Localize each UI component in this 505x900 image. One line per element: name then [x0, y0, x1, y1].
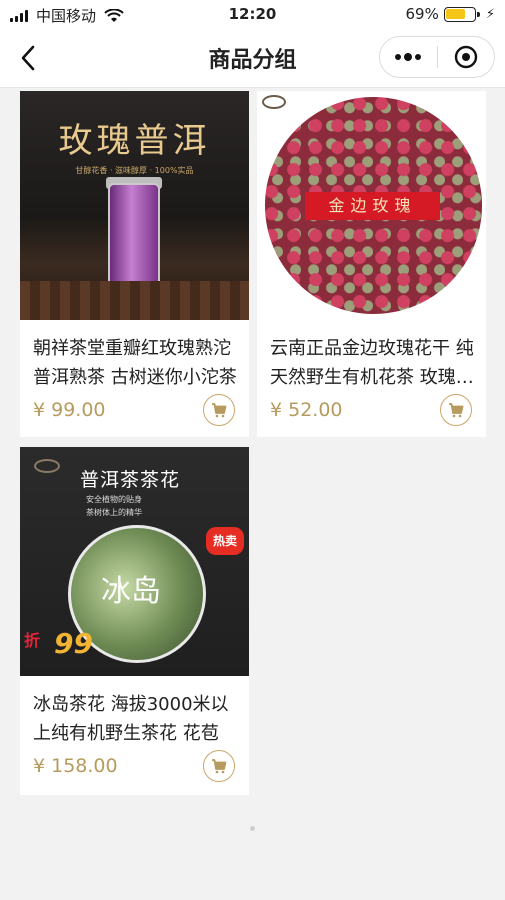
battery-icon: [443, 6, 480, 22]
product-image[interactable]: 金边玫瑰: [257, 91, 486, 320]
cart-icon: [212, 402, 227, 417]
product-card[interactable]: 普洱茶茶花 安全植物的贴身 茶树体上的精华 冰岛 热卖 折 99 冰岛茶花 海拔…: [20, 447, 249, 795]
charging-icon: ⚡: [485, 6, 495, 22]
discount-label: 折: [24, 631, 41, 650]
product-image-line: 安全植物的贴身: [86, 495, 142, 504]
product-price: ¥ 99.00: [33, 399, 106, 421]
product-image[interactable]: 玫瑰普洱 甘醇花香 · 滋味醇厚 · 100%实品: [20, 91, 249, 320]
product-image-subtitle: 甘醇花香 · 滋味醇厚 · 100%实品: [75, 166, 194, 175]
product-grid: 玫瑰普洱 甘醇花香 · 滋味醇厚 · 100%实品 朝祥茶堂重瓣红玫瑰熟沱 普洱…: [0, 89, 505, 900]
discount-value: 99: [54, 627, 93, 660]
product-card[interactable]: 玫瑰普洱 甘醇花香 · 滋味醇厚 · 100%实品 朝祥茶堂重瓣红玫瑰熟沱 普洱…: [20, 91, 249, 437]
product-name[interactable]: 朝祥茶堂重瓣红玫瑰熟沱 普洱熟茶 古树迷你小沱茶: [33, 334, 238, 392]
product-image-title: 普洱茶茶花: [80, 469, 181, 491]
more-button[interactable]: [380, 37, 437, 77]
back-button[interactable]: [10, 40, 46, 76]
target-icon: [454, 45, 477, 69]
cart-icon: [212, 758, 227, 773]
product-name[interactable]: 云南正品金边玫瑰花干 纯天然野生有机花茶 玫瑰花冠: [270, 334, 475, 392]
close-miniprogram-button[interactable]: [438, 37, 495, 77]
hot-sale-badge: 热卖: [206, 527, 244, 555]
add-to-cart-button[interactable]: [203, 750, 235, 782]
loading-indicator: [250, 826, 255, 831]
add-to-cart-button[interactable]: [440, 394, 472, 426]
cart-icon: [449, 402, 464, 417]
product-name[interactable]: 冰岛茶花 海拔3000米以上纯有机野生茶花 花苞: [33, 690, 238, 748]
more-icon: [395, 53, 422, 61]
product-price: ¥ 158.00: [33, 755, 118, 777]
add-to-cart-button[interactable]: [203, 394, 235, 426]
brand-logo: [262, 95, 286, 109]
product-image-line: 茶树体上的精华: [86, 508, 142, 517]
product-image-center: 冰岛: [101, 574, 161, 609]
product-image-title: 玫瑰普洱: [58, 121, 211, 161]
battery-percent: 69%: [405, 5, 439, 23]
miniprogram-capsule: [379, 36, 495, 78]
product-card[interactable]: 金边玫瑰 云南正品金边玫瑰花干 纯天然野生有机花茶 玫瑰花冠 ¥ 52.00: [257, 91, 486, 437]
product-image-title: 金边玫瑰: [305, 192, 440, 220]
status-bar: 中国移动 12:20 69% ⚡: [0, 0, 505, 28]
product-image[interactable]: 普洱茶茶花 安全植物的贴身 茶树体上的精华 冰岛 热卖 折 99: [20, 447, 249, 676]
product-price: ¥ 52.00: [270, 399, 343, 421]
brand-logo: [34, 459, 60, 473]
navigation-bar: 商品分组: [0, 28, 505, 88]
chevron-left-icon: [21, 45, 35, 71]
